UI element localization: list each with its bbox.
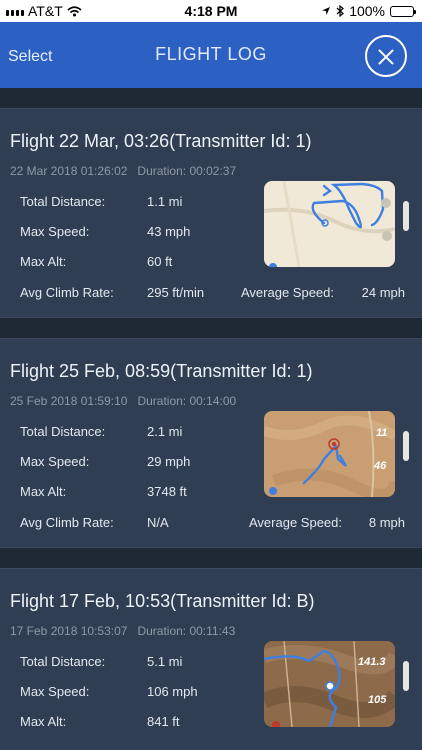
avg-climb-label: Avg Climb Rate: [20,515,114,530]
flight-subtitle: 25 Feb 2018 01:59:10 Duration: 00:14:00 [10,394,236,408]
max-speed-label: Max Speed: [20,454,90,469]
max-alt-label: Max Alt: [20,254,67,269]
map-label: 105 [368,694,387,706]
flight-title: Flight 22 Mar, 03:26(Transmitter Id: 1) [10,131,312,151]
avg-speed-value: 24 mph [361,285,405,300]
max-speed-value: 106 mph [147,684,198,699]
avg-speed-value: 8 mph [368,515,405,530]
flight-map-thumbnail[interactable]: 11 46 [264,411,395,497]
nav-bar: Select FLIGHT LOG [0,22,422,88]
flight-duration: Duration: 00:02:37 [137,164,237,178]
flight-datetime: 17 Feb 2018 10:53:07 [10,624,128,638]
total-distance-label: Total Distance: [20,424,106,439]
map-label: 141.3 [358,656,386,668]
total-distance-value: 5.1 mi [147,654,183,669]
total-distance-label: Total Distance: [20,654,106,669]
map-label: 46 [373,460,387,472]
flight-list[interactable]: Flight 22 Mar, 03:26(Transmitter Id: 1) … [0,88,422,750]
scroll-handle[interactable] [403,201,409,231]
bluetooth-icon [336,5,345,17]
flight-card[interactable]: Flight 25 Feb, 08:59(Transmitter Id: 1) … [0,338,422,548]
status-bar: AT&T 4:18 PM 100% [0,0,422,22]
flight-title: Flight 17 Feb, 10:53(Transmitter Id: B) [10,591,315,611]
avg-speed-label: Average Speed: [249,515,342,530]
max-speed-value: 43 mph [147,224,191,239]
max-alt-value: 841 ft [147,714,180,729]
flight-card[interactable]: Flight 22 Mar, 03:26(Transmitter Id: 1) … [0,108,422,318]
flight-card[interactable]: Flight 17 Feb, 10:53(Transmitter Id: B) … [0,568,422,750]
flight-datetime: 22 Mar 2018 01:26:02 [10,164,128,178]
flight-title: Flight 25 Feb, 08:59(Transmitter Id: 1) [10,361,313,381]
scroll-handle[interactable] [403,431,409,461]
max-alt-label: Max Alt: [20,714,67,729]
max-speed-value: 29 mph [147,454,191,469]
flight-map-thumbnail[interactable]: 141.3 105 [264,641,395,727]
total-distance-value: 1.1 mi [147,194,183,209]
flight-datetime: 25 Feb 2018 01:59:10 [10,394,128,408]
close-icon[interactable] [365,35,407,77]
total-distance-label: Total Distance: [20,194,106,209]
status-right: 100% [321,3,416,19]
avg-speed-label: Average Speed: [241,285,334,300]
max-alt-value: 60 ft [147,254,173,269]
total-distance-value: 2.1 mi [147,424,183,439]
flight-map-thumbnail[interactable] [264,181,395,267]
max-alt-label: Max Alt: [20,484,67,499]
avg-climb-label: Avg Climb Rate: [20,285,114,300]
flight-duration: Duration: 00:11:43 [137,624,236,638]
page-title: FLIGHT LOG [155,44,267,64]
flight-duration: Duration: 00:14:00 [137,394,237,408]
flight-subtitle: 22 Mar 2018 01:26:02 Duration: 00:02:37 [10,164,236,178]
flight-subtitle: 17 Feb 2018 10:53:07 Duration: 00:11:43 [10,624,235,638]
avg-climb-value: N/A [147,515,169,530]
battery-percent: 100% [349,3,385,19]
avg-climb-value: 295 ft/min [147,285,205,300]
max-speed-label: Max Speed: [20,684,90,699]
battery-icon [390,5,416,17]
location-arrow-icon [322,7,331,15]
max-alt-value: 3748 ft [147,484,187,499]
max-speed-label: Max Speed: [20,224,90,239]
map-label: 11 [376,427,387,439]
scroll-handle[interactable] [403,661,409,691]
